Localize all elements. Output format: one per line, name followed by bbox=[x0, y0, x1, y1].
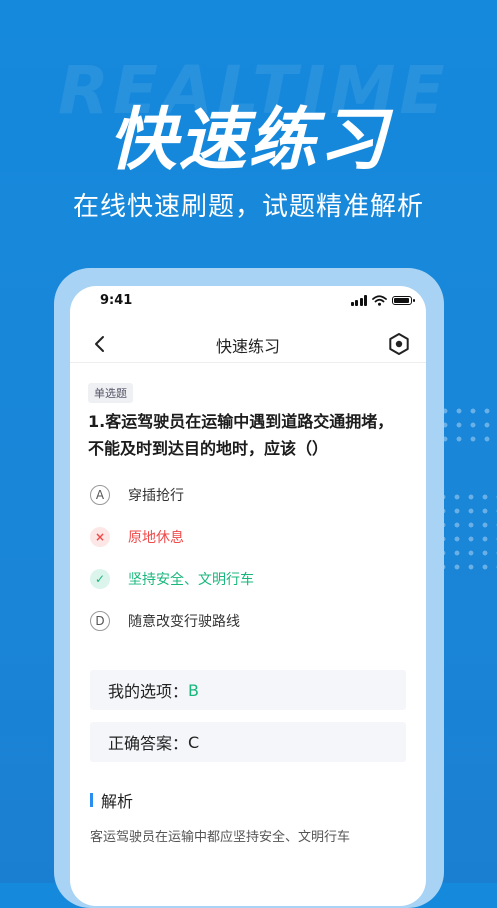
my-answer-value: B bbox=[188, 680, 199, 700]
battery-icon bbox=[392, 296, 415, 305]
phone-screen: 9:41 快速练习 单选题 1.客运驾驶员在运输中遇到道路交通拥堵，不能及时到达… bbox=[70, 286, 426, 906]
my-answer-box: 我的选项： B bbox=[90, 670, 406, 710]
wifi-icon bbox=[372, 295, 387, 306]
analysis-text: 客运驾驶员在运输中都应坚持安全、文明行车 bbox=[90, 830, 351, 845]
signal-icon bbox=[350, 295, 367, 306]
status-icons bbox=[350, 295, 415, 306]
question-text: 1.客运驾驶员在运输中遇到道路交通拥堵，不能及时到达目的地时，应该（） bbox=[88, 412, 394, 458]
wrong-x-icon: × bbox=[90, 527, 110, 547]
option-a-text: 穿插抢行 bbox=[128, 488, 184, 504]
analysis-heading: 解析 bbox=[90, 788, 133, 812]
option-a-marker: A bbox=[90, 485, 110, 505]
option-a[interactable]: A 穿插抢行 bbox=[90, 483, 184, 507]
correct-check-icon: ✓ bbox=[90, 569, 110, 589]
option-c[interactable]: ✓ 坚持安全、文明行车 bbox=[90, 567, 254, 591]
option-d[interactable]: D 随意改变行驶路线 bbox=[90, 609, 240, 633]
option-b[interactable]: × 原地休息 bbox=[90, 525, 184, 549]
correct-answer-label: 正确答案： bbox=[108, 734, 189, 753]
section-accent-bar bbox=[90, 793, 93, 807]
hexagon-settings-icon[interactable] bbox=[386, 331, 412, 357]
option-b-text: 原地休息 bbox=[128, 530, 184, 546]
nav-bar: 快速练习 bbox=[70, 326, 426, 363]
analysis-title: 解析 bbox=[101, 792, 134, 811]
hero-title: 快速练习 bbox=[108, 101, 389, 180]
correct-answer-box: 正确答案： C bbox=[90, 722, 406, 762]
my-answer-label: 我的选项： bbox=[108, 682, 189, 701]
correct-answer-value: C bbox=[188, 732, 200, 752]
status-bar: 9:41 bbox=[70, 286, 426, 318]
option-d-marker: D bbox=[90, 611, 110, 631]
option-c-text: 坚持安全、文明行车 bbox=[128, 572, 254, 588]
option-d-text: 随意改变行驶路线 bbox=[128, 614, 240, 630]
question-type-badge: 单选题 bbox=[88, 383, 133, 403]
status-time: 9:41 bbox=[100, 293, 133, 308]
hero-subtitle: 在线快速刷题，试题精准解析 bbox=[72, 192, 424, 222]
nav-title: 快速练习 bbox=[215, 337, 280, 356]
